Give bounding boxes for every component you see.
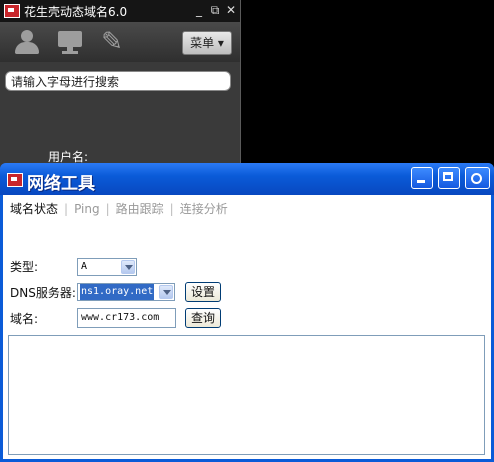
query-button[interactable]: 查询 (185, 308, 221, 328)
background-app-window: 花生壳动态域名6.0 _ ⧉ ✕ ✎ 菜单 ▾ 请输入字母进行搜索 用户名: (0, 0, 241, 170)
wrench-icon[interactable]: ✎ (97, 29, 127, 55)
set-button[interactable]: 设置 (185, 282, 221, 302)
tab-bar: 域名状态 | Ping | 路由跟踪 | 连接分析 (10, 200, 232, 217)
type-value: A (81, 261, 88, 272)
monitor-icon[interactable] (55, 29, 85, 55)
chevron-down-icon[interactable] (159, 285, 173, 299)
maximize-button[interactable] (438, 167, 460, 189)
dialog-titlebar[interactable]: 网络工具 (0, 163, 494, 195)
tab-traceroute[interactable]: 路由跟踪 (112, 200, 168, 217)
user-icon[interactable] (12, 29, 42, 55)
dialog-logo-icon (7, 173, 23, 187)
dialog-title: 网络工具 (27, 174, 95, 194)
menu-button[interactable]: 菜单 ▾ (182, 31, 232, 55)
type-select[interactable]: A (77, 258, 137, 276)
chevron-down-icon[interactable] (121, 260, 135, 274)
minimize-icon[interactable]: _ (194, 3, 204, 17)
minimize-button[interactable] (411, 167, 433, 189)
type-label: 类型: (10, 260, 39, 274)
background-app-toolbar: ✎ 菜单 ▾ (0, 22, 240, 62)
tab-connection-analysis[interactable]: 连接分析 (176, 200, 232, 217)
app-logo-icon (4, 4, 20, 18)
dns-server-label: DNS服务器: (10, 286, 76, 300)
dialog-content: 域名状态 | Ping | 路由跟踪 | 连接分析 类型: A DNS服务器: … (3, 195, 491, 459)
tab-divider: | (169, 201, 174, 216)
result-output-area[interactable] (8, 335, 485, 455)
background-app-titlebar[interactable]: 花生壳动态域名6.0 _ ⧉ ✕ (0, 0, 240, 22)
dns-server-value: ns1.oray.net (80, 284, 155, 300)
help-button[interactable] (465, 167, 490, 189)
restore-icon[interactable]: ⧉ (210, 3, 220, 17)
search-input[interactable]: 请输入字母进行搜索 (5, 71, 231, 91)
tab-domain-status[interactable]: 域名状态 (10, 200, 62, 217)
domain-input[interactable]: www.cr173.com (77, 308, 176, 328)
close-icon[interactable]: ✕ (226, 3, 236, 17)
tab-ping[interactable]: Ping (70, 202, 104, 216)
network-tools-dialog: 网络工具 域名状态 | Ping | 路由跟踪 | 连接分析 类型: A DNS… (0, 163, 494, 462)
tab-divider: | (64, 201, 69, 216)
dns-server-select[interactable]: ns1.oray.net (77, 283, 175, 301)
tab-divider: | (105, 201, 110, 216)
background-app-title: 花生壳动态域名6.0 (24, 4, 128, 19)
domain-label: 域名: (10, 312, 39, 326)
